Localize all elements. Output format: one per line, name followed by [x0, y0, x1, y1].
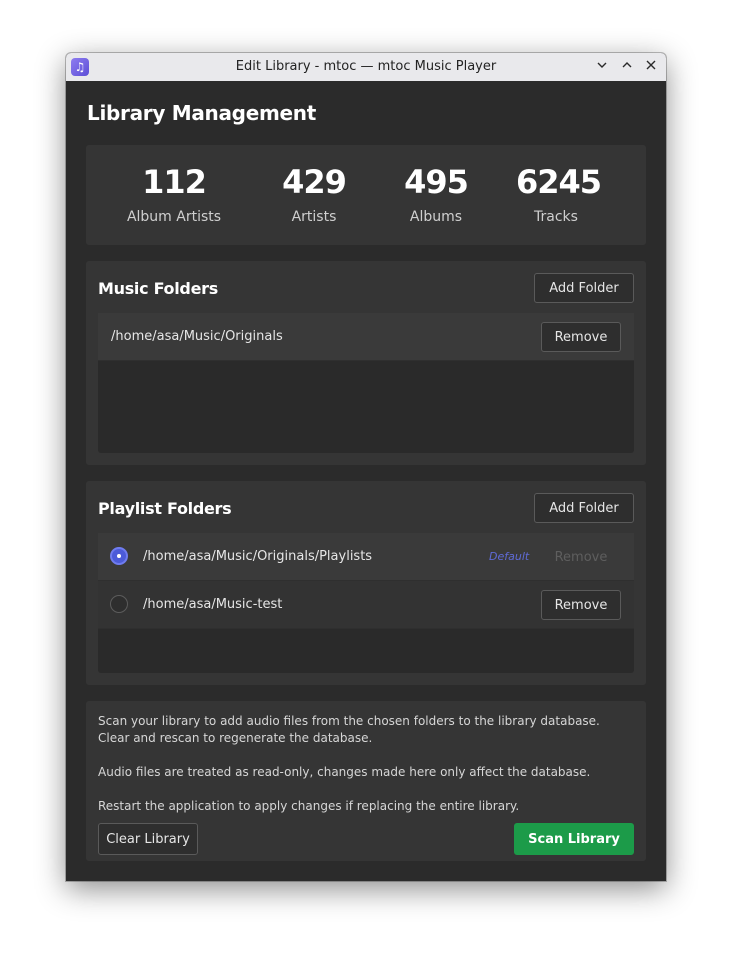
default-radio-selected[interactable]	[110, 547, 128, 565]
stat-label: Albums	[409, 209, 463, 225]
playlist-folders-panel: Playlist Folders Add Folder /home/asa/Mu…	[86, 481, 646, 685]
add-music-folder-button[interactable]: Add Folder	[534, 273, 634, 303]
music-folder-list[interactable]: /home/asa/Music/Originals Remove	[98, 313, 634, 453]
music-folders-panel: Music Folders Add Folder /home/asa/Music…	[86, 261, 646, 465]
stat-value: 495	[404, 163, 469, 201]
page-title: Library Management	[87, 101, 316, 125]
default-radio[interactable]	[110, 595, 128, 613]
music-folder-row[interactable]: /home/asa/Music/Originals Remove	[98, 313, 634, 361]
playlist-folders-title: Playlist Folders	[98, 499, 232, 518]
scan-panel: Scan your library to add audio files fro…	[86, 701, 646, 861]
close-icon	[646, 60, 656, 70]
minimize-button[interactable]	[592, 57, 612, 77]
remove-playlist-folder-button: Remove	[541, 542, 621, 572]
remove-playlist-folder-button[interactable]: Remove	[541, 590, 621, 620]
chevron-up-icon	[622, 62, 632, 68]
playlist-folder-row[interactable]: /home/asa/Music-test Remove	[98, 581, 634, 629]
restart-note: Restart the application to apply changes…	[98, 799, 520, 813]
chevron-down-icon	[597, 62, 607, 68]
stat-label: Album Artists	[126, 209, 222, 225]
folder-path: /home/asa/Music/Originals	[111, 329, 283, 344]
window-title: Edit Library - mtoc — mtoc Music Player	[235, 59, 497, 74]
music-folders-title: Music Folders	[98, 279, 218, 298]
scan-description: Scan your library to add audio files fro…	[98, 714, 600, 745]
clear-library-button[interactable]: Clear Library	[98, 823, 198, 855]
stat-value: 429	[282, 163, 347, 201]
stat-value: 6245	[516, 163, 602, 201]
read-only-note: Audio files are treated as read-only, ch…	[98, 765, 591, 779]
folder-path: /home/asa/Music-test	[143, 597, 283, 612]
playlist-folder-list[interactable]: /home/asa/Music/Originals/Playlists Defa…	[98, 533, 634, 673]
folder-path: /home/asa/Music/Originals/Playlists	[143, 549, 373, 564]
stat-value: 112	[142, 163, 207, 201]
library-stats-panel: 112 Album Artists 429 Artists 495 Albums…	[86, 145, 646, 245]
stat-label: Tracks	[534, 209, 578, 225]
title-bar[interactable]: ♫ Edit Library - mtoc — mtoc Music Playe…	[66, 53, 666, 82]
maximize-button[interactable]	[617, 57, 637, 77]
scan-library-button[interactable]: Scan Library	[514, 823, 634, 855]
edit-library-window: ♫ Edit Library - mtoc — mtoc Music Playe…	[66, 53, 666, 881]
stat-label: Artists	[291, 209, 337, 225]
content-area: Library Management 112 Album Artists 429…	[66, 81, 666, 881]
remove-music-folder-button[interactable]: Remove	[541, 322, 621, 352]
default-badge: Default	[489, 550, 530, 563]
add-playlist-folder-button[interactable]: Add Folder	[534, 493, 634, 523]
close-button[interactable]	[641, 57, 661, 77]
playlist-folder-row[interactable]: /home/asa/Music/Originals/Playlists Defa…	[98, 533, 634, 581]
